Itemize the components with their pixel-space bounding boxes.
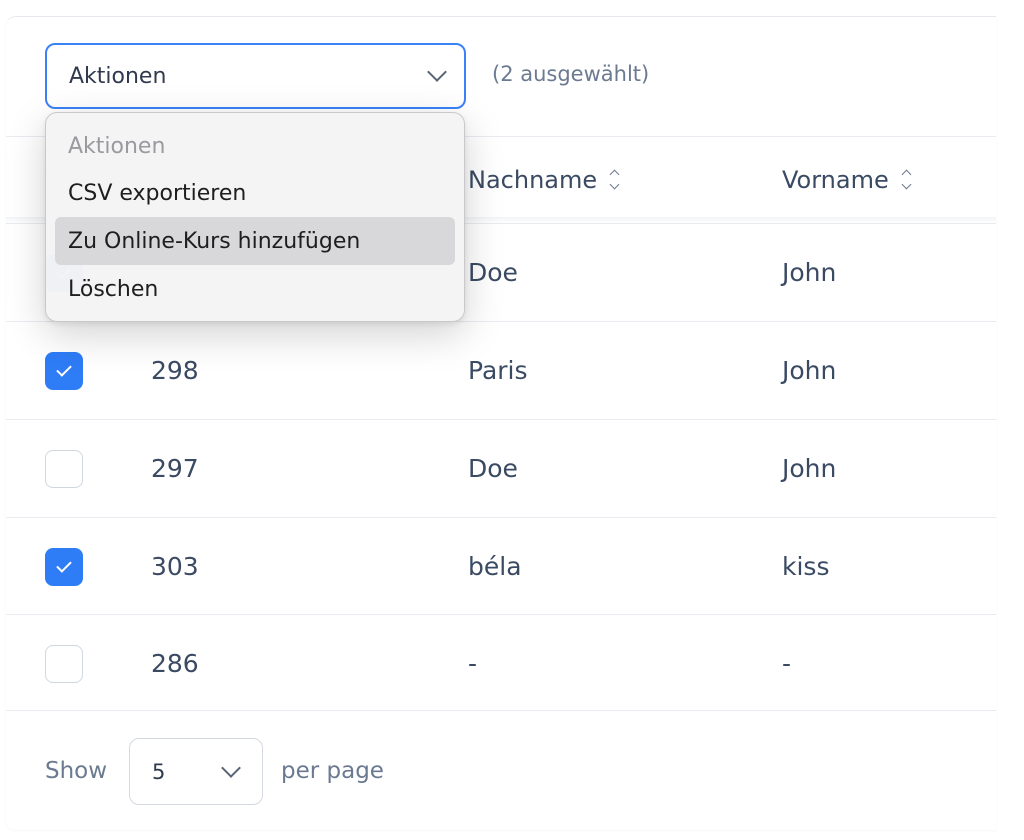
menu-item-placeholder: Aktionen: [68, 133, 166, 159]
row-checkbox[interactable]: [45, 547, 83, 586]
cell-last-name: béla: [468, 552, 522, 581]
show-label: Show: [45, 758, 108, 784]
cell-first-name: -: [782, 649, 792, 678]
menu-item-add-to-course[interactable]: Zu Online-Kurs hinzufügen: [55, 217, 455, 265]
selected-count: (2 ausgewählt): [492, 62, 650, 86]
row-checkbox[interactable]: [45, 449, 83, 488]
column-header-last-name[interactable]: Nachname: [468, 137, 620, 222]
per-page-select[interactable]: 5: [129, 738, 263, 805]
menu-item-export-csv[interactable]: CSV exportieren: [55, 169, 455, 217]
cell-id: 303: [151, 552, 199, 581]
footer-divider: [6, 710, 996, 711]
actions-dropdown-menu: Aktionen CSV exportieren Zu Online-Kurs …: [45, 112, 465, 322]
actions-select-value: Aktionen: [69, 63, 167, 89]
table-row: 297 Doe John: [6, 419, 996, 517]
cell-first-name: John: [782, 356, 837, 385]
per-page-label: per page: [281, 758, 384, 784]
actions-select[interactable]: Aktionen: [45, 43, 466, 109]
column-header-label: Vorname: [782, 165, 889, 194]
row-checkbox[interactable]: [45, 351, 83, 390]
table-row: 286 - -: [6, 614, 996, 712]
cell-last-name: -: [468, 649, 478, 678]
cell-first-name: John: [782, 258, 837, 287]
sort-icon[interactable]: [901, 169, 912, 190]
cell-last-name: Doe: [468, 258, 518, 287]
cell-id: 286: [151, 649, 199, 678]
cell-last-name: Paris: [468, 356, 528, 385]
table-row: 298 Paris John: [6, 321, 996, 419]
sort-icon[interactable]: [609, 169, 620, 190]
row-checkbox[interactable]: [45, 644, 83, 683]
per-page-value: 5: [152, 759, 166, 784]
cell-first-name: John: [782, 454, 837, 483]
check-icon: [56, 360, 72, 377]
column-header-first-name[interactable]: Vorname: [782, 137, 912, 222]
column-header-label: Nachname: [468, 165, 598, 194]
table-row: 303 béla kiss: [6, 517, 996, 615]
cell-first-name: kiss: [782, 552, 830, 581]
cell-id: 297: [151, 454, 199, 483]
cell-id: 298: [151, 356, 199, 385]
chevron-down-icon: [427, 62, 447, 82]
menu-item-delete[interactable]: Löschen: [55, 265, 455, 313]
check-icon: [56, 556, 72, 573]
chevron-down-icon: [221, 757, 241, 778]
cell-last-name: Doe: [468, 454, 518, 483]
